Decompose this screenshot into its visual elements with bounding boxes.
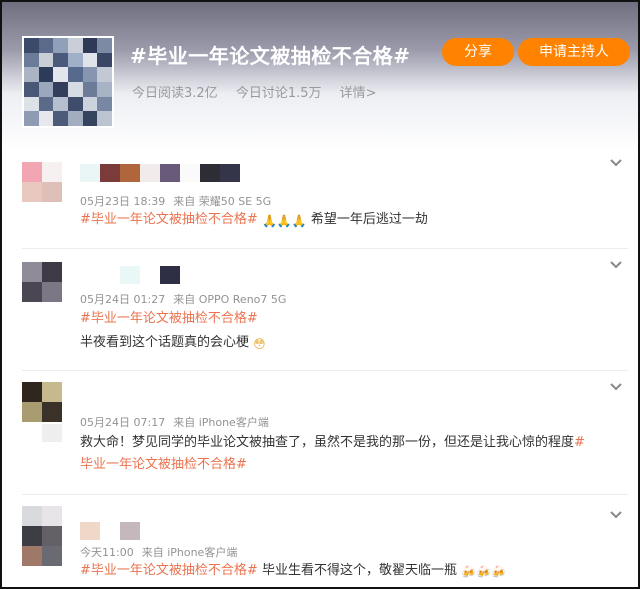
post-content: #毕业一年论文被抽检不合格# 毕业生看不得这个，敬翟天临一瓶 🍻🍻🍻 — [80, 560, 628, 582]
avatar[interactable] — [22, 162, 62, 202]
avatar[interactable] — [22, 262, 62, 302]
post-source: 来自 OPPO Reno7 5G — [173, 293, 287, 306]
post-text: 半夜看到这个话题真的会心梗 — [80, 335, 250, 350]
post-meta: 05月24日 01:27 来自 OPPO Reno7 5G — [80, 291, 294, 307]
username-mosaic[interactable] — [80, 164, 240, 182]
post-meta: 05月23日 18:39 来自 荣耀50 SE 5G — [80, 193, 279, 209]
topic-stats: 今日阅读3.2亿 今日讨论1.5万 详情> — [132, 82, 391, 101]
post-item: 05月24日 01:27 来自 OPPO Reno7 5G #毕业一年论文被抽检不… — [2, 254, 638, 378]
hashtag-link[interactable]: 毕业一年论文被抽检不合格# — [80, 457, 247, 472]
post-content: #毕业一年论文被抽检不合格# 半夜看到这个话题真的会心梗 😳 — [80, 308, 628, 354]
avatar[interactable] — [22, 382, 62, 422]
divider — [22, 248, 628, 249]
chevron-down-icon[interactable] — [606, 254, 626, 274]
avatar[interactable] — [22, 506, 62, 546]
divider — [22, 370, 628, 371]
discussion-count: 今日讨论1.5万 — [235, 86, 322, 101]
apply-host-button[interactable]: 申请主持人 — [518, 38, 630, 66]
divider — [22, 494, 628, 495]
post-date[interactable]: 今天11:00 — [80, 546, 134, 559]
hashtag-link[interactable]: #毕业一年论文被抽检不合格# — [80, 212, 258, 227]
post-meta: 今天11:00 来自 iPhone客户端 — [80, 544, 245, 560]
read-count: 今日阅读3.2亿 — [132, 86, 218, 101]
username-mosaic[interactable] — [80, 266, 180, 284]
post-item: 05月23日 18:39 来自 荣耀50 SE 5G #毕业一年论文被抽检不合格#… — [2, 152, 638, 258]
chevron-down-icon[interactable] — [606, 376, 626, 396]
share-button[interactable]: 分享 — [442, 38, 514, 66]
post-item: 今天11:00 来自 iPhone客户端 #毕业一年论文被抽检不合格# 毕业生看不… — [2, 498, 638, 587]
blush-emoji-icon: 😳 — [253, 337, 266, 351]
topic-title: #毕业一年论文被抽检不合格# — [130, 44, 411, 68]
hashtag-link[interactable]: # — [574, 435, 585, 450]
hashtag-link[interactable]: #毕业一年论文被抽检不合格# — [80, 308, 628, 330]
post-text: 毕业生看不得这个，敬翟天临一瓶 — [261, 563, 457, 578]
username-mosaic[interactable] — [80, 522, 140, 540]
chevron-down-icon[interactable] — [606, 504, 626, 524]
post-content: #毕业一年论文被抽检不合格# 🙏🙏🙏 希望一年后逃过一劫 — [80, 209, 628, 231]
post-meta: 05月24日 07:17 来自 iPhone客户端 — [80, 414, 277, 430]
details-link[interactable]: 详情> — [340, 86, 377, 101]
beer-emoji-icon: 🍻🍻🍻 — [461, 565, 506, 579]
chevron-down-icon[interactable] — [606, 152, 626, 172]
post-content: 救大命！梦见同学的毕业论文被抽查了，虽然不是我的那一份，但还是让我心惊的程度# … — [80, 432, 628, 476]
avatar-fragment — [42, 424, 62, 442]
post-date[interactable]: 05月24日 07:17 — [80, 416, 165, 429]
topic-header: #毕业一年论文被抽检不合格# 分享 申请主持人 今日阅读3.2亿 今日讨论1.5… — [2, 2, 638, 150]
post-source: 来自 iPhone客户端 — [141, 546, 238, 559]
avatar-fragment — [22, 546, 62, 566]
post-source: 来自 荣耀50 SE 5G — [173, 195, 272, 208]
post-text: 希望一年后逃过一劫 — [310, 212, 428, 227]
hashtag-link[interactable]: #毕业一年论文被抽检不合格# — [80, 563, 258, 578]
pray-emoji-icon: 🙏🙏🙏 — [261, 214, 307, 228]
post-text: 救大命！梦见同学的毕业论文被抽查了，虽然不是我的那一份，但还是让我心惊的程度 — [80, 435, 575, 450]
post-date[interactable]: 05月23日 18:39 — [80, 195, 165, 208]
weibo-topic-page: #毕业一年论文被抽检不合格# 分享 申请主持人 今日阅读3.2亿 今日讨论1.5… — [0, 0, 640, 589]
post-source: 来自 iPhone客户端 — [173, 416, 269, 429]
post-item: 05月24日 07:17 来自 iPhone客户端 救大命！梦见同学的毕业论文被抽… — [2, 376, 638, 496]
topic-cover-image[interactable] — [22, 36, 114, 128]
post-date[interactable]: 05月24日 01:27 — [80, 293, 165, 306]
